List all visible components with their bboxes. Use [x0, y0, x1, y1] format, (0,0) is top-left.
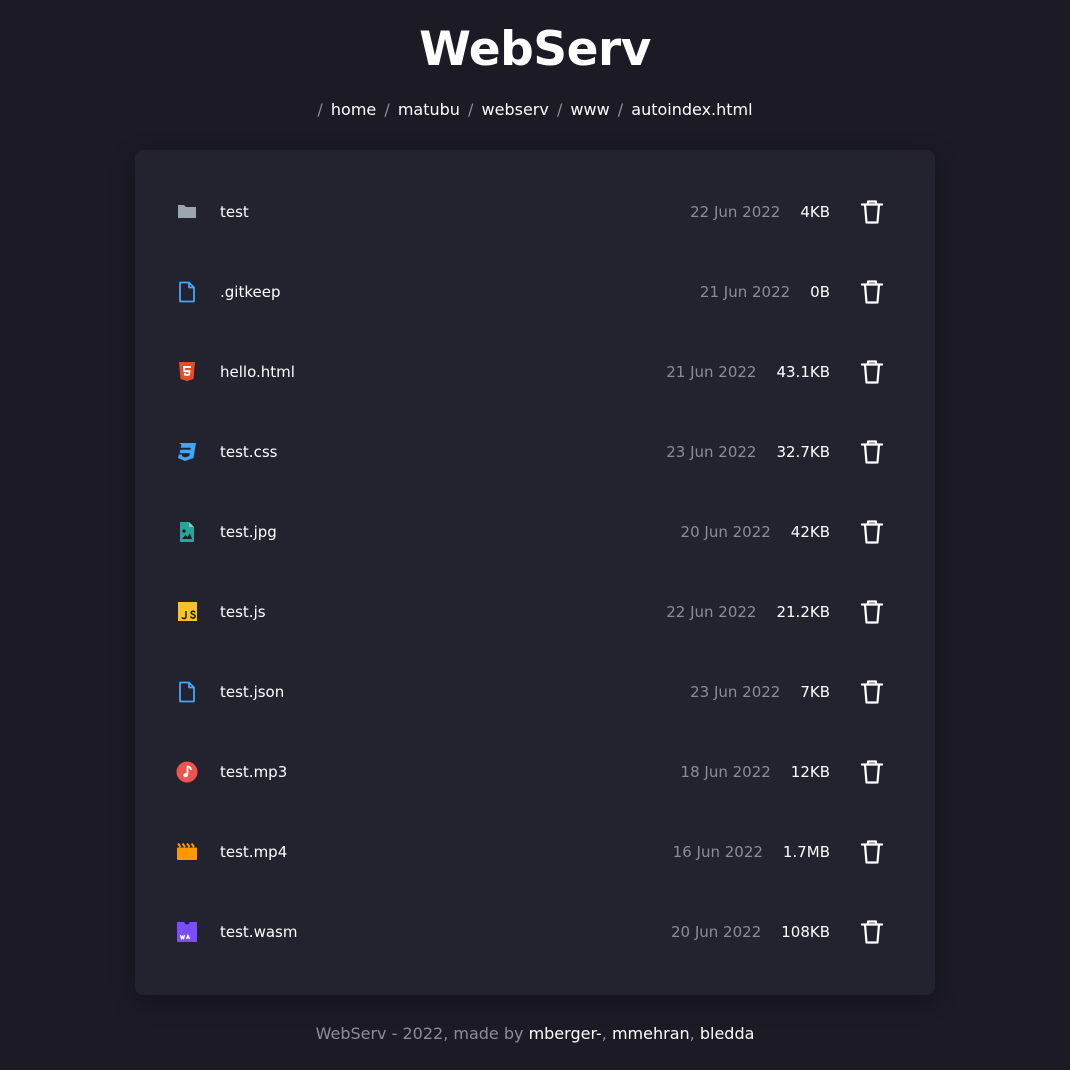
file-row[interactable]: test.json 23 Jun 2022 7KB [135, 652, 935, 732]
file-date: 16 Jun 2022 [672, 843, 763, 861]
file-name[interactable]: test.jpg [220, 522, 277, 542]
file-row[interactable]: hello.html 21 Jun 2022 43.1KB [135, 332, 935, 412]
file-size: 7KB [800, 683, 830, 701]
file-size: 1.7MB [782, 843, 830, 861]
file-name[interactable]: test.mp3 [220, 762, 287, 782]
breadcrumb-separator: / [617, 100, 624, 119]
file-date: 22 Jun 2022 [690, 203, 781, 221]
author-link[interactable]: bledda [700, 1024, 755, 1043]
file-row[interactable]: test.mp4 16 Jun 2022 1.7MB [135, 812, 935, 892]
file-date: 20 Jun 2022 [671, 923, 762, 941]
delete-icon[interactable] [859, 598, 885, 626]
wasm-icon [177, 922, 197, 942]
file-row[interactable]: .gitkeep 21 Jun 2022 0B [135, 252, 935, 332]
file-row[interactable]: test.jpg 20 Jun 2022 42KB [135, 492, 935, 572]
folder-icon [178, 205, 196, 218]
breadcrumb-separator: / [317, 100, 323, 119]
image-icon [180, 522, 194, 542]
footer-separator: , [689, 1024, 695, 1043]
breadcrumb-item-webserv[interactable]: webserv [482, 100, 549, 119]
file-date: 18 Jun 2022 [680, 763, 771, 781]
file-name[interactable]: test.wasm [220, 922, 297, 942]
file-date: 20 Jun 2022 [680, 523, 771, 541]
file-row[interactable]: test.mp3 18 Jun 2022 12KB [135, 732, 935, 812]
file-name[interactable]: hello.html [220, 362, 295, 382]
file-size: 42KB [790, 523, 830, 541]
file-name[interactable]: test.mp4 [220, 842, 287, 862]
delete-icon[interactable] [859, 518, 885, 546]
breadcrumb-separator: / [556, 100, 563, 119]
delete-icon[interactable] [859, 678, 885, 706]
delete-icon[interactable] [859, 358, 885, 386]
file-row[interactable]: test 22 Jun 2022 4KB [135, 172, 935, 252]
file-date: 21 Jun 2022 [666, 363, 757, 381]
breadcrumb-item-matubu[interactable]: matubu [398, 100, 460, 119]
music-icon [176, 761, 198, 783]
javascript-icon [178, 602, 197, 621]
file-size: 108KB [781, 923, 830, 941]
breadcrumb: / home / matubu / webserv / www / autoin… [0, 100, 1070, 120]
html5-icon [179, 362, 195, 381]
page-title: WebServ [419, 22, 651, 77]
file-name[interactable]: test.js [220, 602, 266, 622]
file-size: 43.1KB [776, 363, 830, 381]
breadcrumb-item-www[interactable]: www [570, 100, 609, 119]
file-name[interactable]: test [220, 202, 249, 222]
file-date: 21 Jun 2022 [699, 283, 791, 301]
breadcrumb-item-home[interactable]: home [331, 100, 376, 119]
video-icon [177, 842, 197, 860]
file-row[interactable]: test.js 22 Jun 2022 21.2KB [135, 572, 935, 652]
css3-icon [178, 443, 196, 461]
file-icon [179, 681, 195, 703]
file-row[interactable]: test.wasm 20 Jun 2022 108KB [135, 892, 935, 972]
author-link[interactable]: mmehran [612, 1024, 690, 1043]
delete-icon[interactable] [859, 438, 885, 466]
file-list: test 22 Jun 2022 4KB .gitkeep 21 Jun 2022… [135, 150, 935, 995]
breadcrumb-item-current[interactable]: autoindex.html [631, 100, 752, 119]
file-date: 23 Jun 2022 [690, 683, 781, 701]
file-size: 12KB [790, 763, 830, 781]
delete-icon[interactable] [859, 278, 885, 306]
file-size: 4KB [800, 203, 830, 221]
author-link[interactable]: mberger- [529, 1024, 602, 1043]
file-name[interactable]: test.css [220, 442, 277, 462]
file-row[interactable]: test.css 23 Jun 2022 32.7KB [135, 412, 935, 492]
breadcrumb-separator: / [384, 100, 390, 119]
footer-separator: , [601, 1024, 607, 1043]
file-date: 22 Jun 2022 [666, 603, 757, 621]
file-date: 23 Jun 2022 [666, 443, 757, 461]
delete-icon[interactable] [859, 758, 885, 786]
file-icon [179, 281, 195, 303]
file-name[interactable]: .gitkeep [220, 282, 280, 302]
delete-icon[interactable] [859, 198, 885, 226]
delete-icon[interactable] [859, 918, 885, 946]
footer-text: WebServ - 2022, made by [315, 1024, 524, 1043]
footer: WebServ - 2022, made by mberger-, mmehra… [0, 1024, 1070, 1044]
delete-icon[interactable] [859, 838, 885, 866]
file-size: 0B [810, 283, 830, 301]
file-size: 32.7KB [776, 443, 830, 461]
file-size: 21.2KB [776, 603, 830, 621]
breadcrumb-separator: / [468, 100, 474, 119]
file-name[interactable]: test.json [220, 682, 284, 702]
